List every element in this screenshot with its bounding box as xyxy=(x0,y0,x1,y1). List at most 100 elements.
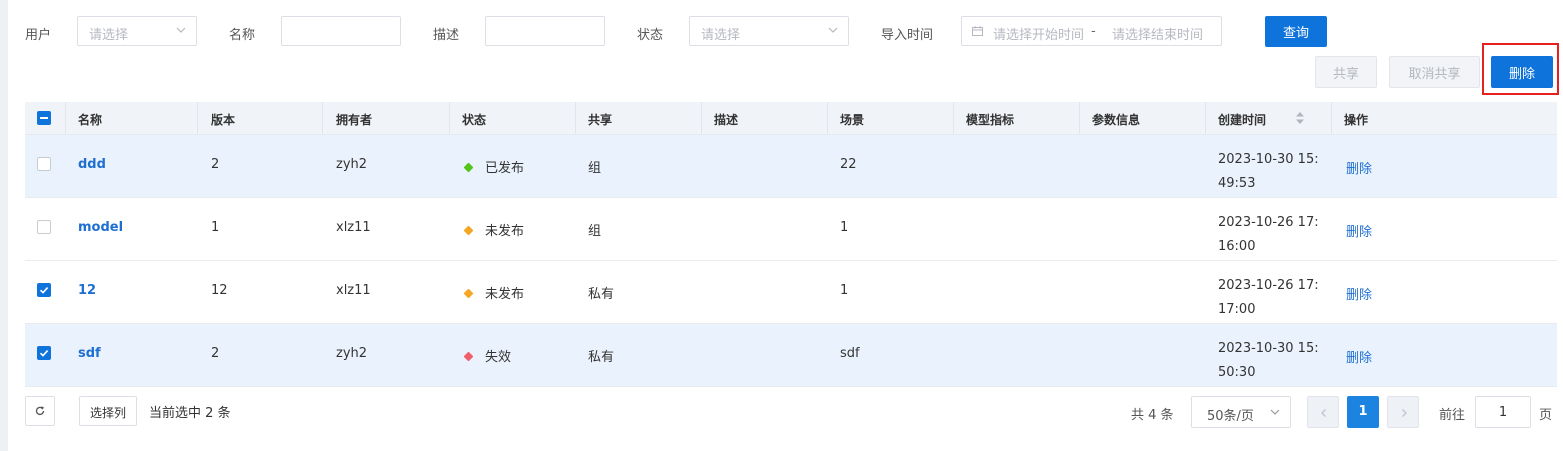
refresh-button[interactable] xyxy=(25,396,55,426)
current-page-number: 1 xyxy=(1358,404,1368,419)
share-cell: 私有 xyxy=(588,287,615,302)
column-header-share: 共享 xyxy=(588,113,613,127)
chevron-down-icon xyxy=(176,27,186,33)
table-row: sdf 2 zyh2 失效 私有 sdf 2023-10-30 15:50:30… xyxy=(25,324,1557,387)
name-filter-label: 名称 xyxy=(229,28,256,43)
row-checkbox[interactable] xyxy=(37,283,51,297)
version-cell: 1 xyxy=(211,220,220,235)
chevron-left-icon xyxy=(1321,409,1326,417)
column-header-metric: 模型指标 xyxy=(966,113,1015,127)
owner-cell: xlz11 xyxy=(336,283,371,298)
status-dot-icon xyxy=(463,162,474,173)
status-text: 未发布 xyxy=(485,224,525,239)
user-filter-label: 用户 xyxy=(25,28,52,43)
page-1-button[interactable]: 1 xyxy=(1347,396,1379,428)
goto-page-input[interactable] xyxy=(1475,396,1531,428)
select-all-checkbox[interactable] xyxy=(37,111,51,125)
status-select-placeholder: 请选择 xyxy=(701,28,741,43)
row-checkbox[interactable] xyxy=(37,346,51,360)
status-text: 已发布 xyxy=(485,161,525,176)
highlight-box xyxy=(1482,43,1559,95)
model-name-link[interactable]: 12 xyxy=(78,283,96,298)
version-cell: 2 xyxy=(211,346,220,361)
calendar-icon xyxy=(972,26,983,36)
user-select[interactable]: 请选择 xyxy=(77,16,197,46)
total-count-text: 共 4 条 xyxy=(1131,408,1174,423)
selected-count-text: 当前选中 2 条 xyxy=(149,406,231,421)
select-columns-label: 选择列 xyxy=(90,406,127,420)
page-unit-label: 页 xyxy=(1539,408,1553,423)
import-time-range-picker[interactable]: 请选择开始时间 - 请选择结束时间 xyxy=(961,16,1222,46)
column-header-status: 状态 xyxy=(462,113,487,127)
column-header-desc: 描述 xyxy=(714,113,739,127)
scene-cell: 1 xyxy=(840,283,849,298)
owner-cell: zyh2 xyxy=(336,346,368,361)
status-cell: 未发布 xyxy=(463,283,525,302)
status-dot-icon xyxy=(463,225,474,236)
column-header-name: 名称 xyxy=(78,113,103,127)
table-row: 12 12 xlz11 未发布 私有 1 2023-10-26 17:17:00… xyxy=(25,261,1557,324)
status-text: 失效 xyxy=(485,350,512,365)
table-header: 名称 版本 拥有者 状态 共享 描述 场景 模型指标 参数信息 创建时间 操作 xyxy=(25,102,1557,135)
column-header-created[interactable]: 创建时间 xyxy=(1218,111,1266,128)
share-cell: 组 xyxy=(588,224,602,239)
version-cell: 12 xyxy=(211,283,228,298)
scene-cell: sdf xyxy=(840,346,860,361)
row-checkbox[interactable] xyxy=(37,220,51,234)
chevron-down-icon xyxy=(1270,409,1280,415)
row-delete-link[interactable]: 删除 xyxy=(1346,284,1372,303)
next-page-button[interactable] xyxy=(1387,396,1419,428)
column-header-params: 参数信息 xyxy=(1092,113,1141,127)
share-button[interactable]: 共享 xyxy=(1315,56,1377,88)
check-icon xyxy=(39,287,49,294)
check-icon xyxy=(39,350,49,357)
name-input[interactable] xyxy=(281,16,401,46)
status-select[interactable]: 请选择 xyxy=(689,16,849,46)
query-button[interactable]: 查询 xyxy=(1265,16,1327,47)
desc-input[interactable] xyxy=(485,16,605,46)
share-cell: 组 xyxy=(588,161,602,176)
status-cell: 已发布 xyxy=(463,157,525,176)
page-size-select[interactable]: 50条/页 xyxy=(1191,396,1291,428)
column-header-op: 操作 xyxy=(1344,113,1369,127)
chevron-right-icon xyxy=(1402,409,1407,417)
status-dot-icon xyxy=(463,351,474,362)
row-checkbox[interactable] xyxy=(37,157,51,171)
owner-cell: xlz11 xyxy=(336,220,371,235)
status-text: 未发布 xyxy=(485,287,525,302)
created-time-cell: 2023-10-30 15:50:30 xyxy=(1218,341,1319,380)
import-time-label: 导入时间 xyxy=(881,28,934,43)
row-delete-link[interactable]: 删除 xyxy=(1346,158,1372,177)
share-cell: 私有 xyxy=(588,350,615,365)
user-select-placeholder: 请选择 xyxy=(89,28,129,43)
column-header-owner: 拥有者 xyxy=(336,113,373,127)
select-columns-button[interactable]: 选择列 xyxy=(79,396,137,426)
version-cell: 2 xyxy=(211,157,220,172)
scene-cell: 22 xyxy=(840,157,857,172)
model-name-link[interactable]: sdf xyxy=(78,346,101,361)
row-delete-link[interactable]: 删除 xyxy=(1346,221,1372,240)
desc-filter-label: 描述 xyxy=(433,28,460,43)
page-size-value: 50条/页 xyxy=(1207,409,1254,424)
start-time-placeholder[interactable]: 请选择开始时间 xyxy=(993,24,1083,43)
column-header-scene: 场景 xyxy=(840,113,865,127)
status-cell: 失效 xyxy=(463,346,512,365)
table-row: model 1 xlz11 未发布 组 1 2023-10-26 17:16:0… xyxy=(25,198,1557,261)
created-time-cell: 2023-10-26 17:17:00 xyxy=(1218,278,1319,317)
created-time-cell: 2023-10-26 17:16:00 xyxy=(1218,215,1319,254)
model-name-link[interactable]: ddd xyxy=(78,157,106,172)
unshare-button[interactable]: 取消共享 xyxy=(1389,56,1480,88)
sort-icon[interactable] xyxy=(1295,111,1305,125)
left-edge-strip xyxy=(0,0,8,451)
row-delete-link[interactable]: 删除 xyxy=(1346,347,1372,366)
status-cell: 未发布 xyxy=(463,220,525,239)
model-name-link[interactable]: model xyxy=(78,220,123,235)
owner-cell: zyh2 xyxy=(336,157,368,172)
scene-cell: 1 xyxy=(840,220,849,235)
refresh-icon xyxy=(35,406,45,416)
end-time-placeholder[interactable]: 请选择结束时间 xyxy=(1112,24,1212,43)
status-dot-icon xyxy=(463,288,474,299)
chevron-down-icon xyxy=(828,27,838,33)
created-time-cell: 2023-10-30 15:49:53 xyxy=(1218,152,1319,191)
prev-page-button[interactable] xyxy=(1307,396,1339,428)
